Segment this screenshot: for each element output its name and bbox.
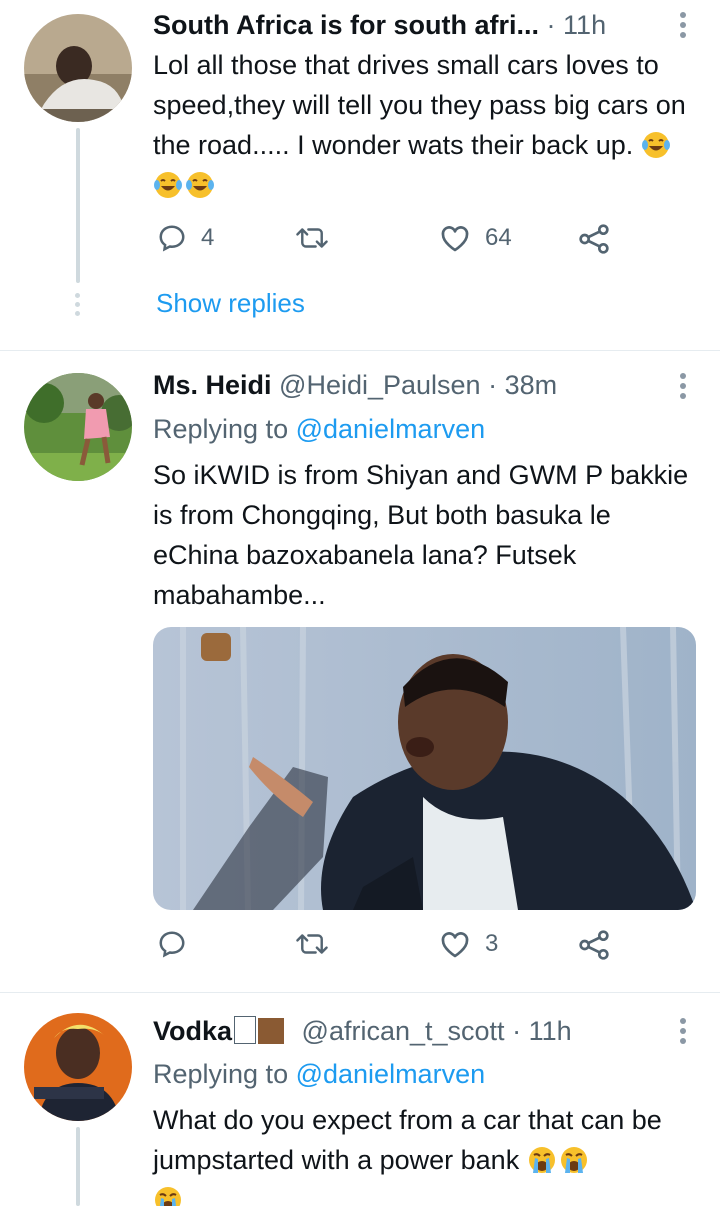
- reply-button[interactable]: 4: [157, 223, 214, 253]
- replying-label: Replying to: [153, 414, 296, 444]
- replying-label: Replying to: [153, 1059, 296, 1089]
- show-replies-link[interactable]: Show replies: [156, 288, 305, 319]
- tweet-header: South Africa is for south afri... · 11h: [153, 8, 660, 42]
- tweet-header: Vodka @african_t_scott · 11h: [153, 1014, 660, 1048]
- avatar[interactable]: [24, 1013, 132, 1121]
- author-name[interactable]: Vodka: [153, 1016, 232, 1046]
- retweet-icon: [296, 228, 328, 248]
- name-emoji-flag: [234, 1016, 257, 1044]
- brown-square-emoji: [258, 1018, 285, 1044]
- thread-dots: [75, 293, 80, 316]
- avatar[interactable]: [24, 373, 132, 481]
- tweet-header: Ms. Heidi @Heidi_Paulsen · 38m: [153, 368, 660, 402]
- share-button[interactable]: [578, 929, 610, 961]
- author-handle[interactable]: @african_t_scott: [302, 1016, 505, 1046]
- like-count: 3: [485, 930, 499, 957]
- share-icon: [579, 224, 609, 254]
- reply-button[interactable]: [157, 929, 201, 959]
- tweet-2[interactable]: Ms. Heidi @Heidi_Paulsen · 38m Replying …: [0, 351, 720, 991]
- author-name[interactable]: South Africa is for south afri...: [153, 10, 539, 40]
- replying-handle[interactable]: @danielmarven: [296, 1059, 486, 1089]
- like-button[interactable]: 64: [439, 223, 512, 253]
- like-button[interactable]: 3: [439, 929, 498, 959]
- more-options-icon[interactable]: [680, 1018, 686, 1044]
- author-name[interactable]: Ms. Heidi: [153, 370, 272, 400]
- laughing-tears-emoji: [186, 172, 214, 198]
- share-icon: [579, 930, 609, 960]
- retweet-button[interactable]: [295, 223, 343, 253]
- replying-to: Replying to @danielmarven: [153, 412, 485, 446]
- tweet-text-content: Lol all those that drives small cars lov…: [153, 50, 686, 160]
- like-icon: [441, 932, 469, 958]
- laughing-tears-emoji: [154, 172, 182, 198]
- tweet-media-photo[interactable]: [153, 627, 696, 910]
- thread-line: [76, 1127, 80, 1206]
- tweet-3[interactable]: Vodka @african_t_scott · 11h Replying to…: [0, 993, 720, 1206]
- share-button[interactable]: [578, 223, 610, 255]
- avatar[interactable]: [24, 14, 132, 122]
- timestamp[interactable]: · 11h: [547, 10, 607, 40]
- like-count: 64: [485, 224, 512, 251]
- crying-emoji: [155, 1187, 181, 1206]
- more-options-icon[interactable]: [680, 12, 686, 38]
- author-handle[interactable]: @Heidi_Paulsen: [279, 370, 481, 400]
- like-icon: [441, 226, 469, 252]
- tweet-text: So iKWID is from Shiyan and GWM P bakkie…: [153, 460, 689, 610]
- reply-icon: [159, 225, 185, 252]
- timestamp[interactable]: · 11h: [512, 1016, 572, 1046]
- replying-handle[interactable]: @danielmarven: [296, 414, 486, 444]
- retweet-icon: [296, 934, 328, 954]
- tweet-actions: 4 64: [153, 223, 673, 263]
- tweet-1[interactable]: South Africa is for south afri... · 11h …: [0, 0, 720, 350]
- more-options-icon[interactable]: [680, 373, 686, 399]
- thread-line: [76, 128, 80, 283]
- reply-icon: [159, 931, 185, 958]
- tweet-text: Lol all those that drives small cars lov…: [153, 45, 693, 205]
- laughing-tears-emoji: [641, 132, 670, 158]
- reply-count: 4: [201, 224, 215, 251]
- crying-emoji: [528, 1147, 555, 1173]
- timestamp[interactable]: · 38m: [488, 370, 557, 400]
- crying-emoji: [560, 1147, 587, 1173]
- retweet-button[interactable]: [295, 929, 343, 959]
- tweet-actions: 3: [153, 929, 673, 969]
- tweet-text: What do you expect from a car that can b…: [153, 1100, 693, 1206]
- replying-to: Replying to @danielmarven: [153, 1057, 485, 1091]
